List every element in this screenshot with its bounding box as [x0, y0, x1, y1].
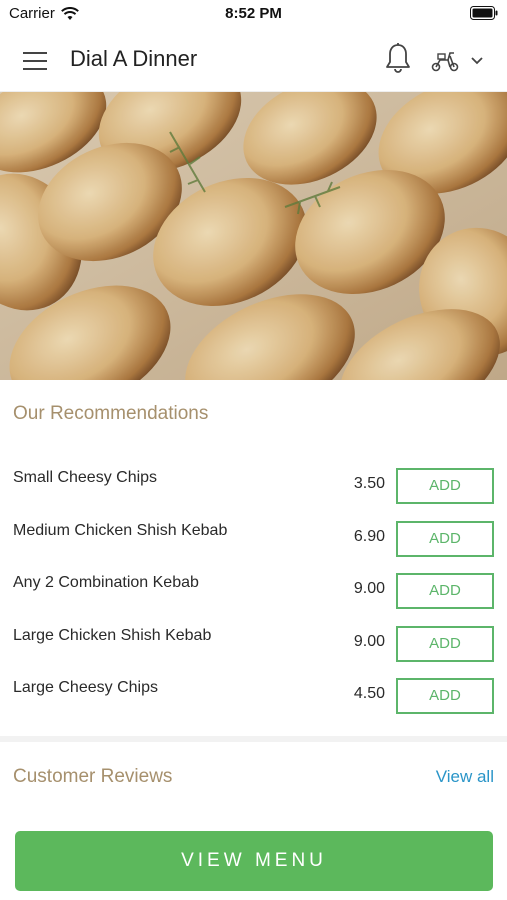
list-item: Large Cheesy Chips 4.50 ADD — [0, 670, 507, 723]
status-time: 8:52 PM — [225, 5, 282, 22]
add-button[interactable]: ADD — [396, 520, 494, 557]
recommendations-title: Our Recommendations — [13, 403, 209, 424]
list-item: Small Cheesy Chips 3.50 ADD — [0, 460, 507, 513]
list-item: Large Chicken Shish Kebab 9.00 ADD — [0, 618, 507, 671]
item-name: Large Cheesy Chips — [13, 679, 158, 696]
view-menu-button[interactable]: VIEW MENU — [15, 831, 493, 891]
add-button[interactable]: ADD — [396, 573, 494, 609]
view-all-reviews-link[interactable]: View all — [436, 767, 494, 787]
delivery-mode-selector[interactable] — [430, 48, 492, 74]
hamburger-menu-icon — [23, 52, 47, 70]
item-name: Small Cheesy Chips — [13, 469, 158, 486]
chevron-down-icon — [471, 57, 483, 65]
bell-icon — [386, 43, 410, 73]
menu-button[interactable] — [20, 46, 50, 74]
item-name: Medium Chicken Shish Kebab — [13, 521, 228, 539]
list-item: Any 2 Combination Kebab 9.00 ADD — [0, 565, 507, 618]
item-price: 9.00 — [353, 580, 385, 597]
recommendations-list: Small Cheesy Chips 3.50 ADD Medium Chick… — [0, 460, 507, 723]
app-header: Dial A Dinner — [0, 28, 507, 92]
item-price: 9.00 — [353, 632, 385, 650]
item-price: 4.50 — [353, 685, 385, 702]
status-bar: Carrier 8:52 PM — [0, 0, 507, 28]
kebab-photo — [0, 92, 507, 380]
battery-icon — [470, 6, 498, 20]
scooter-icon — [431, 52, 459, 72]
reviews-title: Customer Reviews — [13, 766, 173, 787]
add-button[interactable]: ADD — [396, 468, 494, 504]
list-item: Medium Chicken Shish Kebab 6.90 ADD — [0, 513, 507, 566]
hero-image — [0, 92, 507, 380]
add-button[interactable]: ADD — [396, 625, 494, 662]
item-price: 6.90 — [353, 527, 385, 545]
notifications-button[interactable] — [384, 42, 414, 76]
item-price: 3.50 — [353, 475, 385, 492]
item-name: Any 2 Combination Kebab — [13, 574, 199, 591]
app-title: Dial A Dinner — [70, 46, 198, 71]
item-name: Large Chicken Shish Kebab — [13, 626, 212, 644]
section-divider — [0, 736, 507, 742]
add-button[interactable]: ADD — [396, 678, 494, 714]
